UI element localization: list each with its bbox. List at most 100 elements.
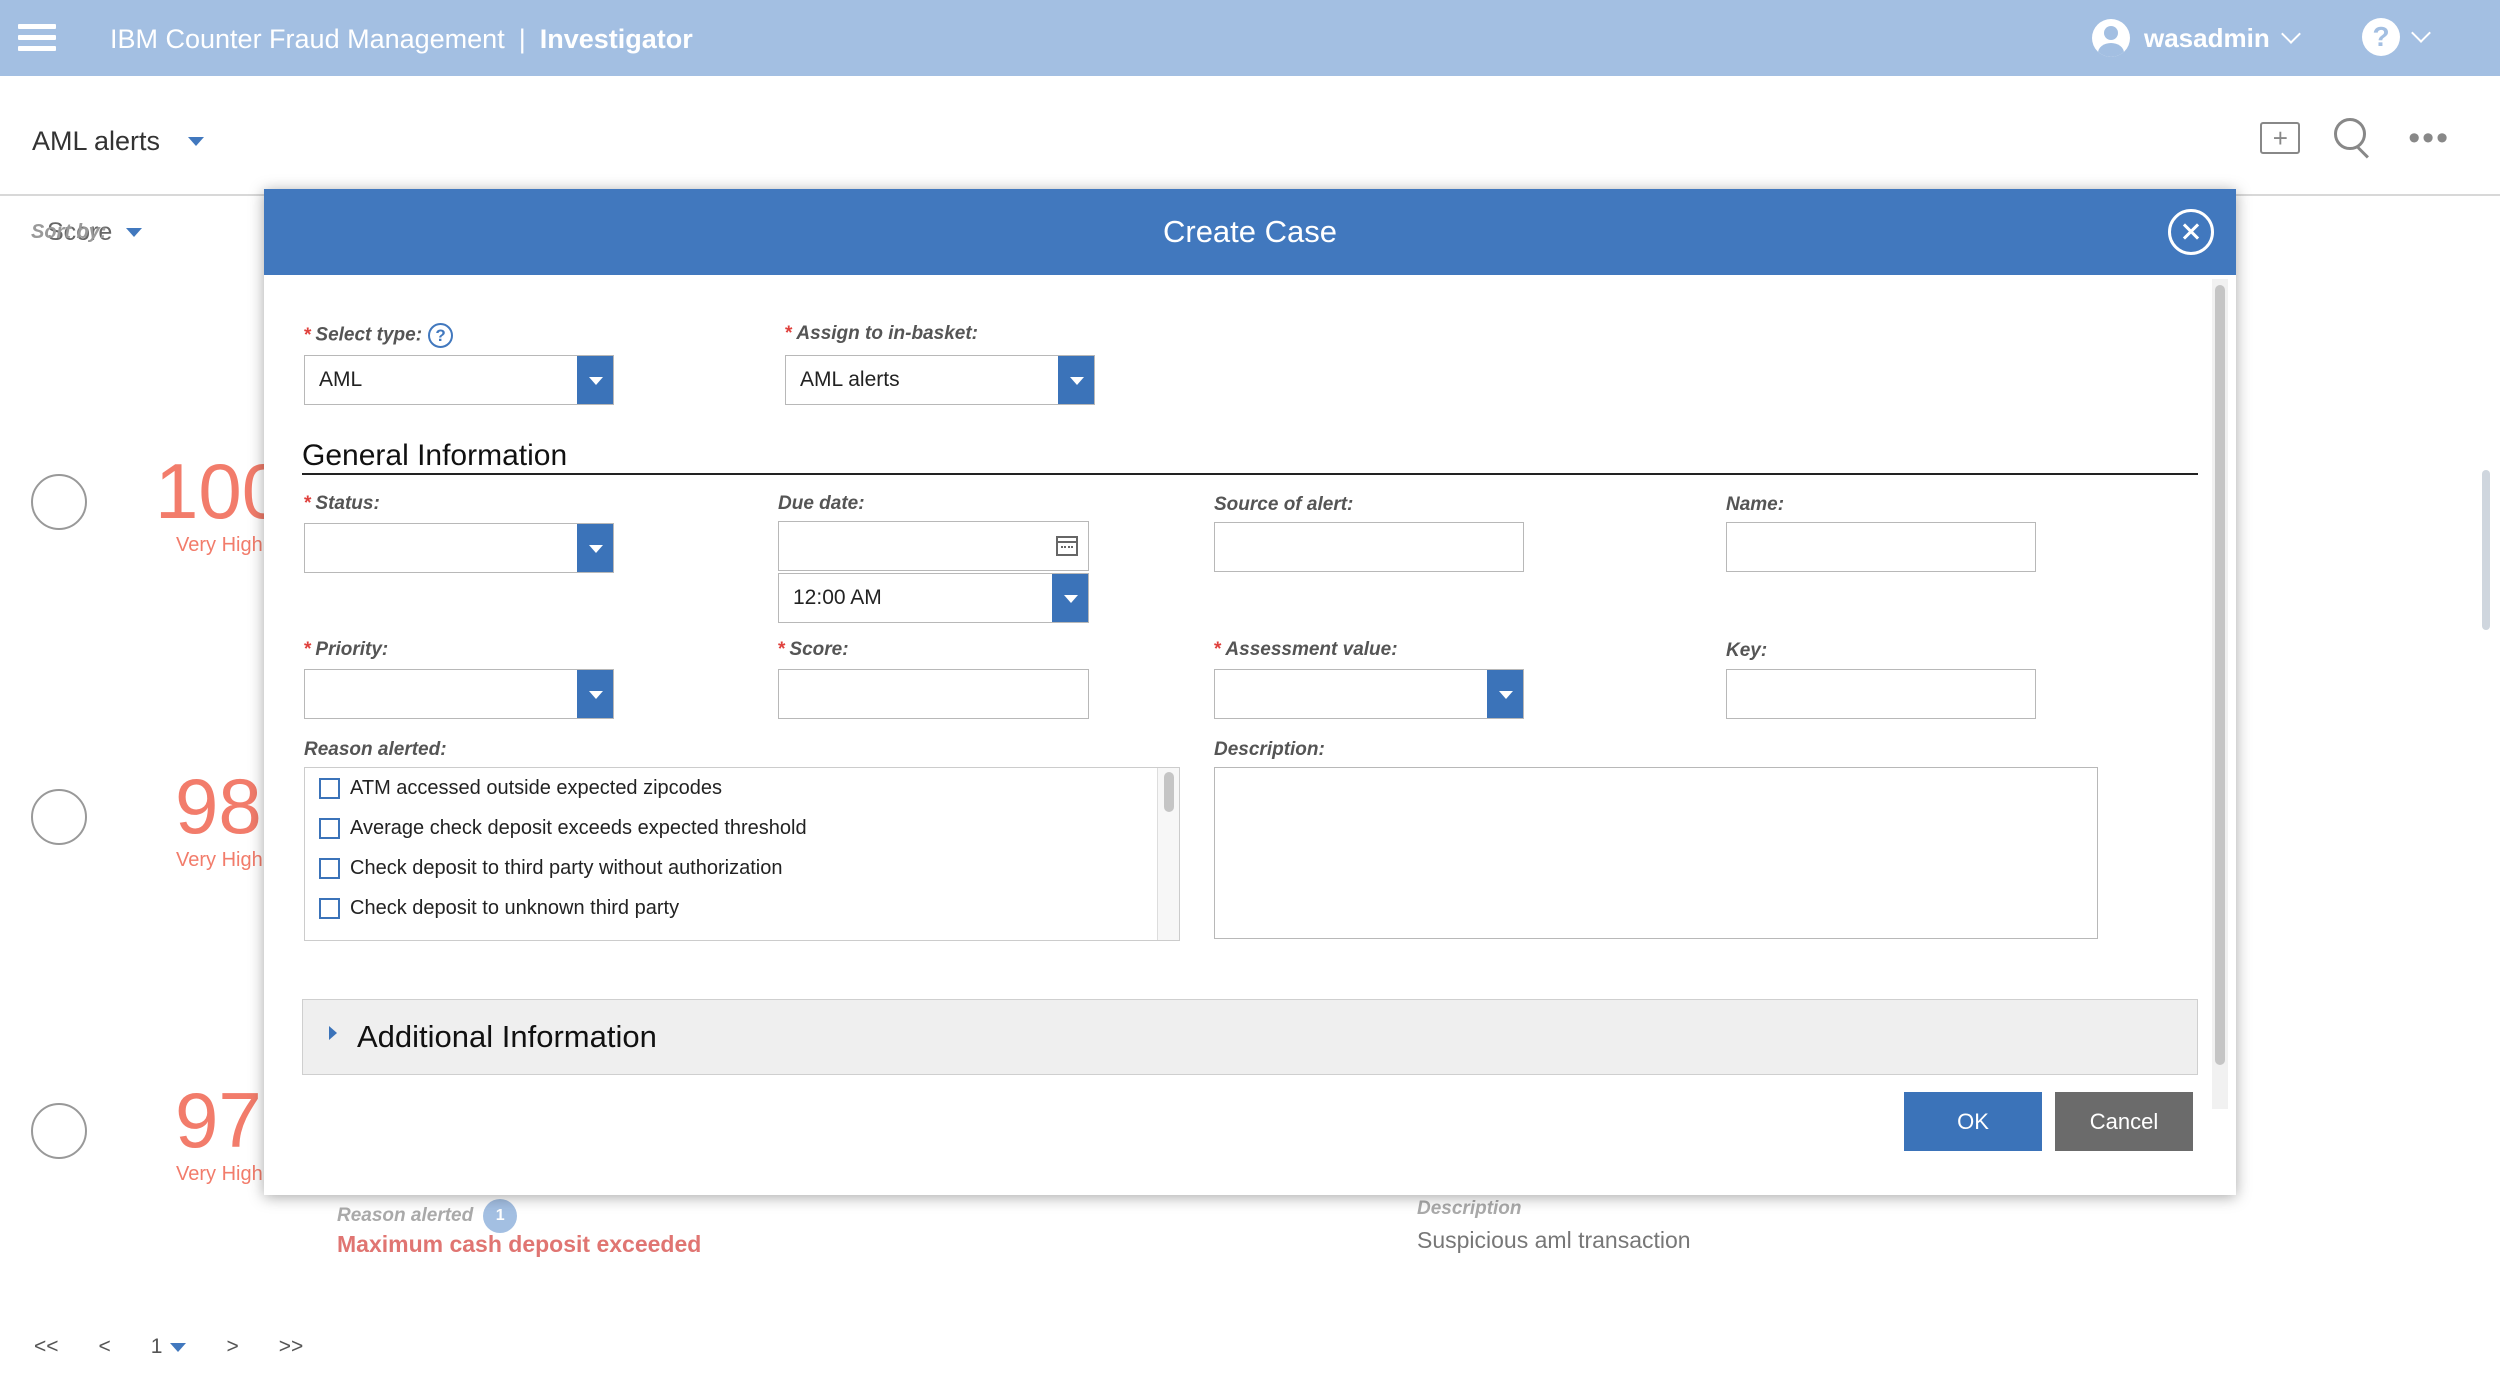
priority-label: * Priority:: [304, 639, 388, 661]
reason-label: Average check deposit exceeds expected t…: [350, 816, 807, 839]
required-marker: *: [1214, 639, 1222, 660]
dropdown-arrow-icon: [1487, 670, 1523, 718]
checkbox[interactable]: [319, 817, 340, 839]
inbasket-value: AML alerts: [800, 368, 900, 391]
dialog-scrollbar[interactable]: [2212, 279, 2228, 1109]
top-bar: IBM Counter Fraud Management | Investigato…: [0, 0, 2500, 76]
user-menu[interactable]: wasadmin: [2092, 18, 2301, 58]
description-textarea[interactable]: [1214, 767, 2098, 939]
view-selector[interactable]: AML alerts: [32, 126, 205, 157]
due-time-value: 12:00 AM: [793, 586, 882, 609]
close-icon[interactable]: [2168, 209, 2214, 255]
reason-label: ATM accessed outside expected zipcodes: [350, 776, 723, 799]
add-folder-icon[interactable]: [2260, 122, 2301, 154]
required-marker: *: [778, 639, 786, 660]
more-icon[interactable]: •••: [2408, 121, 2450, 155]
hamburger-menu-icon[interactable]: [18, 24, 56, 52]
calendar-icon[interactable]: [1056, 536, 1078, 556]
source-input[interactable]: [1214, 522, 1524, 572]
scroll-thumb[interactable]: [2215, 285, 2225, 1065]
status-label: * Status:: [304, 493, 380, 515]
pager: << < 1 > >>: [34, 1335, 303, 1359]
key-label: Key:: [1726, 640, 1768, 661]
chevron-down-icon: [2280, 24, 2301, 44]
view-header: AML alerts •••: [0, 76, 2500, 196]
description-label: Description:: [1214, 739, 1325, 760]
help-menu[interactable]: ?: [2362, 18, 2431, 56]
inbasket-dropdown[interactable]: AML alerts: [785, 355, 1095, 405]
due-time-dropdown[interactable]: 12:00 AM: [778, 573, 1089, 623]
alert-select-radio[interactable]: [31, 1103, 87, 1159]
alert-level: Very High: [176, 849, 263, 871]
checkbox[interactable]: [319, 857, 340, 879]
reason-checkbox-item[interactable]: Average check deposit exceeds expected t…: [305, 808, 1179, 848]
dialog-header: Create Case: [264, 189, 2236, 275]
sort-label: Sort by:: [31, 221, 107, 243]
alert-score: 97: [175, 1076, 262, 1164]
search-icon[interactable]: [2334, 118, 2374, 158]
additional-information-title: Additional Information: [357, 1019, 657, 1054]
dropdown-arrow-icon: [577, 524, 613, 572]
required-marker: *: [785, 323, 793, 344]
pager-first[interactable]: <<: [34, 1335, 59, 1359]
reason-alerted-label: Reason alerted 1: [337, 1199, 518, 1233]
reason-alerted-list: ATM accessed outside expected zipcodes A…: [304, 767, 1180, 941]
brand-separator: |: [518, 24, 526, 54]
checkbox[interactable]: [319, 777, 340, 799]
username: wasadmin: [2144, 22, 2270, 53]
key-input[interactable]: [1726, 669, 2036, 719]
dropdown-arrow-icon: [577, 356, 613, 404]
checkbox[interactable]: [319, 897, 340, 919]
alert-level: Very High: [176, 534, 263, 556]
score-input[interactable]: [778, 669, 1089, 719]
reason-checkbox-item[interactable]: Check deposit to third party without aut…: [305, 848, 1179, 888]
expand-triangle-icon: [329, 1026, 337, 1040]
create-case-dialog: Create Case * Select type:? AML * Assign t…: [264, 189, 2236, 1195]
status-dropdown[interactable]: [304, 523, 614, 573]
dropdown-arrow-icon: [1052, 574, 1088, 622]
scroll-thumb[interactable]: [1164, 772, 1174, 812]
user-avatar-icon: [2092, 19, 2130, 57]
dialog-title: Create Case: [1162, 214, 1338, 249]
dropdown-arrow-icon: [1058, 356, 1094, 404]
view-title: AML alerts: [32, 126, 161, 156]
select-type-text: Select type:: [315, 324, 423, 346]
help-icon[interactable]: ?: [428, 323, 454, 348]
pager-last[interactable]: >>: [279, 1335, 304, 1359]
page-scrollbar[interactable]: [2482, 470, 2490, 630]
name-input[interactable]: [1726, 522, 2036, 572]
required-marker: *: [304, 493, 312, 514]
pager-page-number: 1: [150, 1335, 163, 1358]
select-type-value: AML: [319, 368, 363, 391]
chevron-down-icon: [2411, 23, 2431, 43]
sort-control[interactable]: Sort by: Score: [31, 218, 143, 247]
inbasket-label: * Assign to in-basket:: [785, 323, 978, 345]
description-label: Description: [1417, 1198, 1522, 1219]
section-divider: [302, 473, 2198, 475]
source-label: Source of alert:: [1214, 494, 1354, 515]
reason-checkbox-item[interactable]: Check deposit to unknown third party: [305, 888, 1179, 928]
general-information-title: General Information: [302, 439, 568, 472]
assessment-dropdown[interactable]: [1214, 669, 1524, 719]
caret-down-icon: [188, 137, 205, 146]
due-date-input[interactable]: [778, 521, 1089, 571]
ok-button[interactable]: OK: [1904, 1092, 2042, 1151]
caret-down-icon: [170, 1342, 187, 1352]
reason-checkbox-item[interactable]: ATM accessed outside expected zipcodes: [305, 768, 1179, 808]
pager-page-select[interactable]: 1: [151, 1335, 187, 1359]
pager-next[interactable]: >: [226, 1335, 238, 1359]
alert-select-radio[interactable]: [31, 789, 87, 845]
alert-select-radio[interactable]: [31, 474, 87, 530]
reason-list-scrollbar[interactable]: [1157, 768, 1179, 940]
cancel-button[interactable]: Cancel: [2055, 1092, 2193, 1151]
reason-count-badge: 1: [483, 1199, 518, 1233]
additional-information-section[interactable]: Additional Information: [302, 999, 2198, 1075]
select-type-dropdown[interactable]: AML: [304, 355, 614, 405]
reason-alerted-value: Maximum cash deposit exceeded: [337, 1231, 702, 1257]
priority-text: Priority:: [315, 639, 389, 660]
priority-dropdown[interactable]: [304, 669, 614, 719]
alert-level: Very High: [176, 1163, 263, 1185]
pager-prev[interactable]: <: [99, 1335, 111, 1359]
brand: IBM Counter Fraud Management | Investigato…: [110, 24, 693, 55]
reason-alerted-text: Reason alerted: [337, 1205, 474, 1226]
